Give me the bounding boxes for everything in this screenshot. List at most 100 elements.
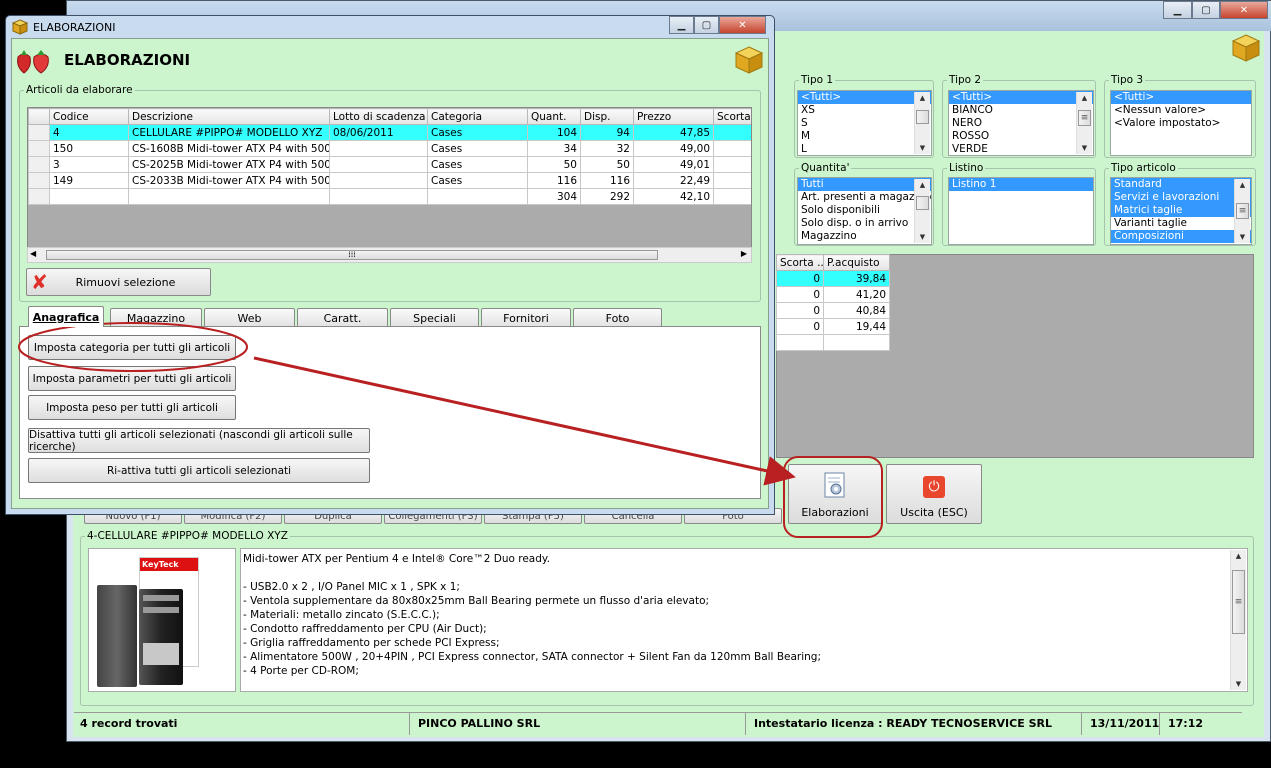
grid-header[interactable] bbox=[28, 108, 50, 125]
grid-cell[interactable] bbox=[713, 140, 751, 157]
grid-cell[interactable] bbox=[823, 334, 890, 351]
grid-cell[interactable]: 49,01 bbox=[633, 156, 714, 173]
quantita-item[interactable]: Art. presenti a magazzino bbox=[798, 191, 931, 204]
elaborazioni-button[interactable]: Elaborazioni bbox=[788, 464, 882, 524]
uscita-button[interactable]: ⏻ Uscita (ESC) bbox=[886, 464, 982, 524]
grid-header-scorta[interactable]: Scorta bbox=[713, 108, 751, 125]
tipo3-item[interactable]: <Tutti> bbox=[1111, 91, 1251, 104]
quantita-item[interactable]: Solo disp. o in arrivo bbox=[798, 217, 931, 230]
tipo1-item[interactable]: S bbox=[798, 117, 931, 130]
down-arrow-icon[interactable]: ▼ bbox=[915, 142, 930, 154]
quantita-item[interactable]: Solo disponibili bbox=[798, 204, 931, 217]
grid-cell[interactable]: 116 bbox=[527, 172, 581, 189]
tipo-articolo-scrollbar[interactable]: ▲ ≡ ▼ bbox=[1234, 179, 1250, 243]
grid-cell[interactable]: 150 bbox=[49, 140, 129, 157]
grid-hscrollbar[interactable]: ◀ ⁞⁞⁞ ▶ bbox=[27, 247, 752, 263]
tipo-articolo-item[interactable]: Matrici taglie bbox=[1111, 204, 1251, 217]
left-arrow-icon[interactable]: ◀ bbox=[30, 249, 36, 258]
grid-cell[interactable]: Cases bbox=[427, 156, 528, 173]
quantita-scrollbar[interactable]: ▲ ▼ bbox=[914, 179, 930, 243]
up-arrow-icon[interactable]: ▲ bbox=[915, 179, 930, 191]
grid-header-lotto[interactable]: Lotto di scadenza bbox=[329, 108, 428, 125]
grid-cell[interactable]: 47,85 bbox=[633, 124, 714, 141]
grid-cell[interactable]: 08/06/2011 bbox=[329, 124, 428, 141]
tab-foto[interactable]: Foto bbox=[573, 308, 662, 327]
grid-cell[interactable]: 50 bbox=[527, 156, 581, 173]
tipo1-item[interactable]: <Tutti> bbox=[798, 91, 931, 104]
minimize-icon[interactable]: ▁ bbox=[669, 16, 694, 34]
tipo-articolo-listbox[interactable]: Standard Servizi e lavorazioni Matrici t… bbox=[1110, 177, 1252, 245]
listino-listbox[interactable]: Listino 1 bbox=[948, 177, 1094, 245]
down-arrow-icon[interactable]: ▼ bbox=[1077, 142, 1092, 154]
quantita-item[interactable]: Magazzino bbox=[798, 230, 931, 243]
articles-grid[interactable]: Codice Descrizione Lotto di scadenza Cat… bbox=[28, 108, 751, 205]
grid-cell[interactable]: 0 bbox=[776, 270, 824, 287]
down-arrow-icon[interactable]: ▼ bbox=[915, 231, 930, 243]
maximize-icon[interactable]: ▢ bbox=[1192, 1, 1220, 19]
grid-cell[interactable]: 49,00 bbox=[633, 140, 714, 157]
tipo-articolo-item[interactable]: Varianti taglie bbox=[1111, 217, 1251, 230]
row-selector[interactable] bbox=[28, 124, 50, 141]
row-selector[interactable] bbox=[28, 140, 50, 157]
tab-fornitori[interactable]: Fornitori bbox=[481, 308, 571, 327]
grid-header-quant[interactable]: Quant. bbox=[527, 108, 581, 125]
tipo2-item[interactable]: ROSSO bbox=[949, 130, 1093, 143]
tipo-articolo-item[interactable]: Standard bbox=[1111, 178, 1251, 191]
up-arrow-icon[interactable]: ▲ bbox=[915, 92, 930, 104]
grid-cell[interactable]: Cases bbox=[427, 124, 528, 141]
grid-cell[interactable]: CS-2033B Midi-tower ATX P4 with 500... bbox=[128, 172, 330, 189]
grid-cell[interactable]: 39,84 bbox=[823, 270, 890, 287]
tab-speciali[interactable]: Speciali bbox=[390, 308, 479, 327]
grid-cell[interactable]: CS-2025B Midi-tower ATX P4 with 500... bbox=[128, 156, 330, 173]
maximize-icon[interactable]: ▢ bbox=[694, 16, 719, 34]
tipo1-item[interactable]: M bbox=[798, 130, 931, 143]
tab-caratt[interactable]: Caratt. bbox=[297, 308, 388, 327]
tipo2-item[interactable]: NERO bbox=[949, 117, 1093, 130]
grid-cell[interactable]: 19,44 bbox=[823, 318, 890, 335]
grid-cell[interactable] bbox=[713, 172, 751, 189]
tipo1-listbox[interactable]: <Tutti> XS S M L ▲ ▼ bbox=[797, 90, 932, 156]
description-text[interactable]: Midi-tower ATX per Pentium 4 e Intel® Co… bbox=[240, 548, 1248, 692]
grid-cell[interactable]: 22,49 bbox=[633, 172, 714, 189]
remove-selection-button[interactable]: ✘ Rimuovi selezione bbox=[26, 268, 211, 296]
tipo2-scrollbar[interactable]: ▲ ≡ ▼ bbox=[1076, 92, 1092, 154]
row-selector[interactable] bbox=[28, 156, 50, 173]
hscroll-thumb[interactable]: ⁞⁞⁞ bbox=[46, 250, 658, 260]
table-row[interactable]: 4 CELLULARE #PIPPO# MODELLO XYZ 08/06/20… bbox=[28, 124, 751, 141]
grid-cell[interactable]: 40,84 bbox=[823, 302, 890, 319]
listino-item[interactable]: Listino 1 bbox=[949, 178, 1093, 191]
tipo2-item[interactable]: <Tutti> bbox=[949, 91, 1093, 104]
tab-anagrafica[interactable]: Anagrafica bbox=[28, 306, 104, 327]
tipo-articolo-item[interactable]: Composizioni bbox=[1111, 230, 1251, 243]
grid-cell[interactable]: 32 bbox=[580, 140, 634, 157]
grid-cell[interactable]: 3 bbox=[49, 156, 129, 173]
grid-cell[interactable]: CELLULARE #PIPPO# MODELLO XYZ bbox=[128, 124, 330, 141]
right-arrow-icon[interactable]: ▶ bbox=[741, 249, 747, 258]
quantita-item[interactable]: Tutti bbox=[798, 178, 931, 191]
grid-cell[interactable]: 41,20 bbox=[823, 286, 890, 303]
tipo3-item[interactable]: <Nessun valore> bbox=[1111, 104, 1251, 117]
tipo3-item[interactable]: <Valore impostato> bbox=[1111, 117, 1251, 130]
grid-cell[interactable]: CS-1608B Midi-tower ATX P4 with 500... bbox=[128, 140, 330, 157]
grid-cell[interactable] bbox=[713, 124, 751, 141]
grid-header-disp[interactable]: Disp. bbox=[580, 108, 634, 125]
row-selector[interactable] bbox=[28, 172, 50, 189]
disattiva-articoli-button[interactable]: Disattiva tutti gli articoli selezionati… bbox=[28, 428, 370, 453]
grid-header-codice[interactable]: Codice bbox=[49, 108, 129, 125]
up-arrow-icon[interactable]: ▲ bbox=[1235, 179, 1250, 191]
grid-header-prezzo[interactable]: Prezzo bbox=[633, 108, 714, 125]
grid-cell[interactable] bbox=[776, 334, 824, 351]
tab-web[interactable]: Web bbox=[204, 308, 295, 327]
side-grid[interactable]: Scorta ... P.acquisto 0 39,84 0 41,20 0 40,8… bbox=[776, 254, 890, 351]
grid-header-descrizione[interactable]: Descrizione bbox=[128, 108, 330, 125]
tipo2-item[interactable]: VERDE bbox=[949, 143, 1093, 156]
imposta-parametri-button[interactable]: Imposta parametri per tutti gli articoli bbox=[28, 366, 236, 391]
table-row[interactable]: 3 CS-2025B Midi-tower ATX P4 with 500...… bbox=[28, 156, 751, 173]
tipo2-item[interactable]: BIANCO bbox=[949, 104, 1093, 117]
grid-cell[interactable]: 0 bbox=[776, 318, 824, 335]
close-icon[interactable]: ✕ bbox=[1220, 1, 1268, 19]
grid-cell[interactable]: 149 bbox=[49, 172, 129, 189]
grid-cell[interactable] bbox=[329, 172, 428, 189]
tipo3-listbox[interactable]: <Tutti> <Nessun valore> <Valore impostat… bbox=[1110, 90, 1252, 156]
minimize-icon[interactable]: ▁ bbox=[1163, 1, 1192, 19]
